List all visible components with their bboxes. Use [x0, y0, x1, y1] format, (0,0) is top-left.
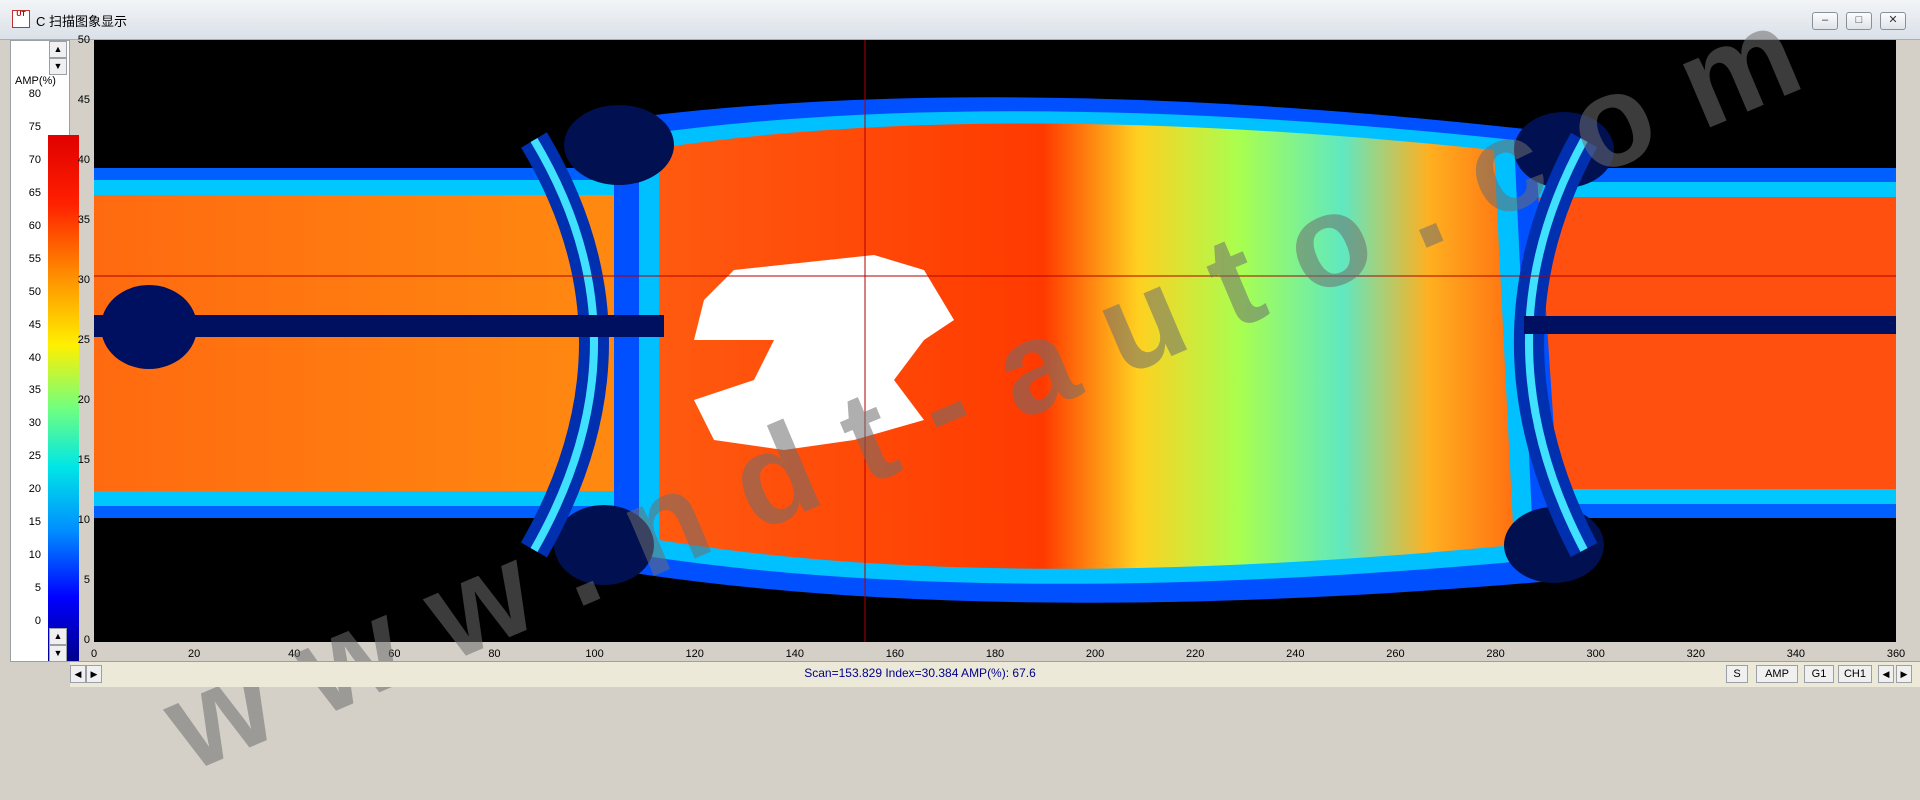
channel-next-icon[interactable]: ▶ — [1896, 665, 1912, 683]
x-tick-label: 340 — [1786, 648, 1806, 660]
title-bar: UT C 扫描图象显示 – □ ✕ — [0, 0, 1920, 40]
colorbar-scroll-down-icon[interactable]: ▼ — [49, 645, 67, 662]
channel-prev-icon[interactable]: ◀ — [1878, 665, 1894, 683]
minimize-button[interactable]: – — [1812, 12, 1838, 30]
x-tick-label: 360 — [1886, 648, 1906, 660]
x-tick-label: 0 — [90, 648, 98, 660]
x-tick-label: 160 — [885, 648, 905, 660]
x-tick-label: 100 — [585, 648, 604, 660]
x-tick-label: 260 — [1386, 648, 1405, 660]
colorbar-tick-label: 25 — [28, 450, 41, 463]
y-tick-label: 25 — [77, 334, 90, 346]
y-tick-label: 20 — [77, 394, 90, 406]
colorbar-tick-label: 65 — [28, 186, 41, 199]
colorbar-tick-label: 10 — [28, 549, 41, 562]
right-arm — [1504, 197, 1896, 489]
colorbar-tick-label: 70 — [28, 153, 41, 166]
colorbar-tick-label: 60 — [28, 219, 41, 232]
colorbar-tick-label: 5 — [34, 582, 41, 595]
cscan-plot-area[interactable] — [94, 40, 1896, 642]
cscan-image[interactable] — [94, 40, 1896, 642]
y-tick-label: 50 — [77, 34, 90, 46]
x-tick-label: 140 — [785, 648, 804, 660]
y-tick-label: 35 — [77, 214, 90, 226]
x-tick-label: 280 — [1486, 648, 1505, 660]
x-tick-label: 300 — [1586, 648, 1605, 660]
colorbar-tick-label: 55 — [28, 252, 41, 265]
x-tick-label: 60 — [388, 648, 401, 660]
colorbar-tick-label: 40 — [28, 351, 41, 364]
x-tick-label: 20 — [187, 648, 201, 660]
pocket-top-left — [564, 105, 674, 185]
cursor-readout: Scan=153.829 Index=30.384 AMP(%): 67.6 — [804, 666, 1036, 680]
colorbar-tick-label: 50 — [28, 285, 41, 298]
colorbar-tick-label: 75 — [28, 120, 41, 133]
y-tick-label: 45 — [77, 94, 90, 106]
y-tick-label: 15 — [77, 454, 90, 466]
x-tick-label: 180 — [985, 648, 1005, 660]
colorbar-panel: ▲ ▼ AMP(%) 80 75 70 65 60 55 50 45 40 35 30 25 20 15 1… — [10, 40, 79, 662]
y-tick-label: 30 — [77, 274, 90, 286]
colorbar-tick-label: 80 — [28, 88, 41, 100]
y-tick-label: 5 — [83, 574, 90, 586]
g1-button[interactable]: G1 — [1804, 665, 1834, 683]
close-button[interactable]: ✕ — [1880, 12, 1906, 30]
maximize-button[interactable]: □ — [1846, 12, 1872, 30]
amp-button[interactable]: AMP — [1756, 665, 1798, 683]
ch1-button[interactable]: CH1 — [1838, 665, 1872, 683]
x-tick-label: 320 — [1686, 648, 1705, 660]
colorbar-tick-label: 35 — [28, 384, 41, 397]
colorbar-tick-label: 45 — [28, 318, 41, 331]
x-tick-label: 220 — [1186, 648, 1205, 660]
colorbar-scroll-up-icon[interactable]: ▲ — [49, 628, 67, 645]
colorbar-tick-label: 15 — [28, 516, 41, 529]
x-tick-label: 80 — [488, 648, 501, 660]
pocket-bottom-left — [554, 505, 654, 585]
left-hole — [101, 285, 197, 369]
colorbar-tick-label: 30 — [28, 417, 41, 430]
scroll-right-icon[interactable]: ▶ — [86, 665, 102, 683]
x-tick-label: 240 — [1286, 648, 1305, 660]
colorbar-label: AMP(%) — [15, 75, 56, 87]
colorbar-up-arrow-icon[interactable]: ▲ — [49, 41, 67, 58]
x-tick-label: 200 — [1085, 648, 1105, 660]
y-tick-label: 0 — [83, 634, 90, 646]
right-center-channel — [1524, 316, 1896, 334]
colorbar-tick-label: 0 — [34, 615, 41, 627]
y-tick-label: 40 — [77, 154, 90, 166]
colorbar-tick-label: 20 — [28, 483, 41, 496]
x-tick-label: 120 — [685, 648, 704, 660]
s-button[interactable]: S — [1726, 665, 1748, 683]
x-tick-label: 40 — [288, 648, 301, 660]
colorbar-down-arrow-icon[interactable]: ▼ — [49, 58, 67, 75]
scroll-left-icon[interactable]: ◀ — [70, 665, 86, 683]
status-bar: ◀ ▶ Scan=153.829 Index=30.384 AMP(%): 67… — [70, 661, 1920, 687]
window-title: C 扫描图象显示 — [36, 14, 128, 29]
y-tick-label: 10 — [77, 514, 90, 526]
app-icon: UT — [12, 10, 30, 28]
